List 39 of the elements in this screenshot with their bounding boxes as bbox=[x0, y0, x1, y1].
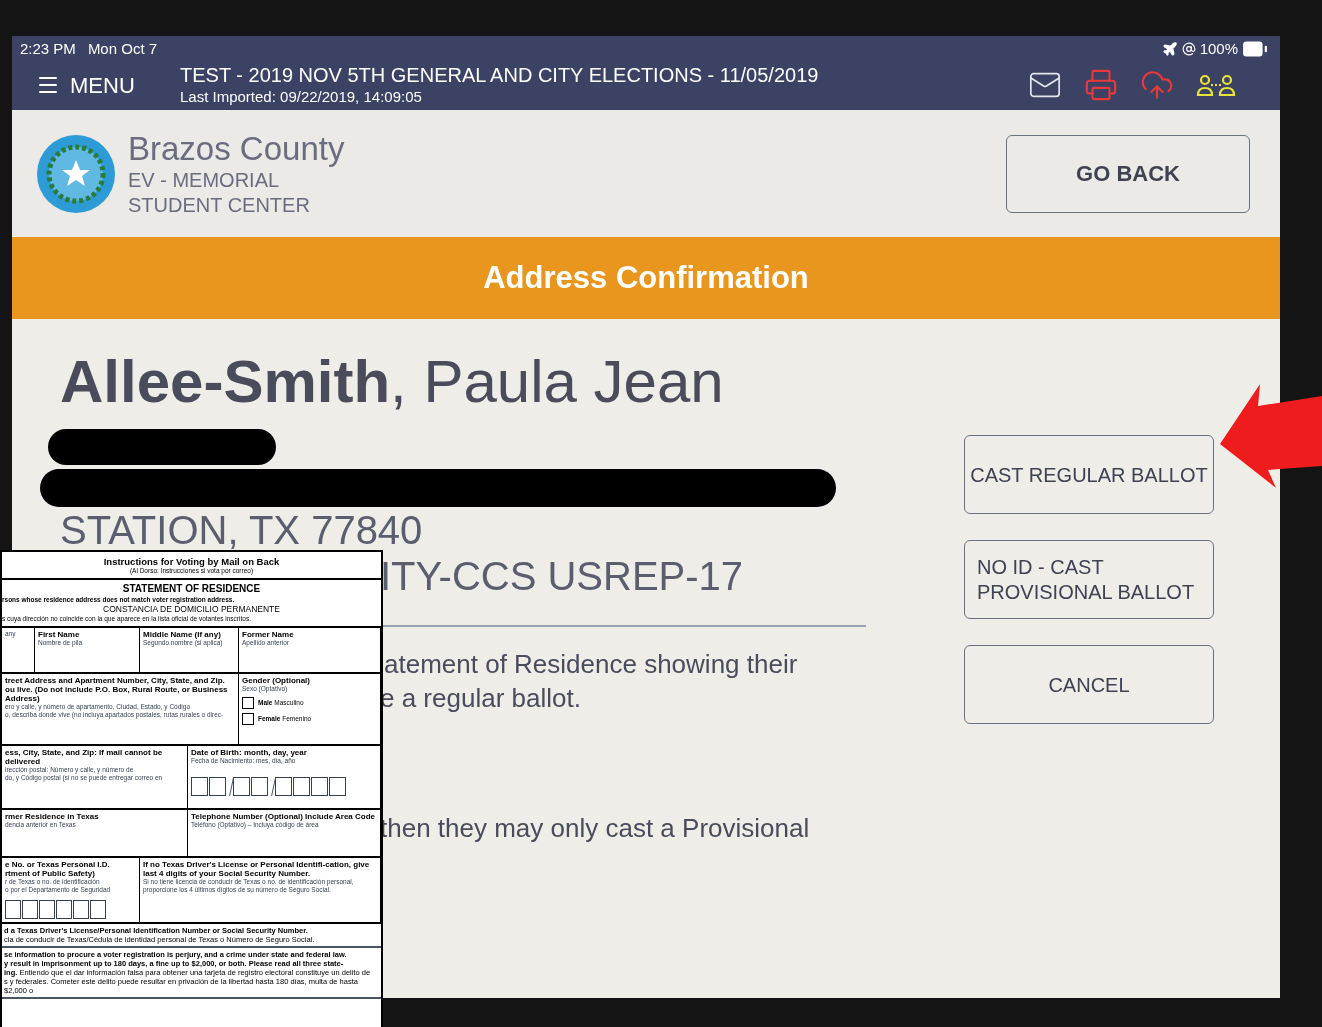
banner-title: Address Confirmation bbox=[483, 258, 809, 297]
form-label: Date of Birth: month, day, year bbox=[191, 748, 308, 757]
linked-people-icon[interactable] bbox=[1196, 73, 1236, 97]
checkbox[interactable] bbox=[242, 713, 254, 725]
action-button[interactable]: NO ID - CAST PROVISIONAL BALLOT bbox=[964, 540, 1214, 619]
form-label: ess, City, State, and Zip: If mail cannot be delivered bbox=[5, 748, 164, 766]
state-seal-icon bbox=[36, 133, 116, 214]
form-label: Gender (Optional) bbox=[242, 676, 311, 685]
form-label: ou live. (Do not include P.O. Box, Rural Route, or Business Address) bbox=[5, 685, 229, 703]
checkbox[interactable] bbox=[242, 697, 254, 709]
form-label: rmer Residence in Texas bbox=[5, 812, 100, 821]
form-label: Former Name bbox=[242, 630, 295, 639]
form-label: rtment of Public Safety) bbox=[5, 869, 96, 878]
voter-name: Allee-Smith, Paula Jean bbox=[60, 347, 725, 417]
form-label: e No. or Texas Personal I.D. bbox=[5, 860, 111, 869]
airplane-icon bbox=[1161, 41, 1178, 57]
form-label: Telephone Number (Optional) Include Area Code bbox=[191, 812, 376, 821]
form-title: CONSTANCIA DE DOMICILIO PERMANENTE bbox=[103, 604, 280, 615]
form-label: treet Address and Apartment Number, City, State, and Zip. bbox=[5, 676, 226, 685]
form-heading: Instructions for Voting by Mail on Back bbox=[103, 556, 280, 567]
voter-address: ITY-CCS USREP-17 bbox=[380, 553, 744, 599]
form-title: STATEMENT OF RESIDENCE bbox=[122, 583, 261, 595]
polling-location: STUDENT CENTER bbox=[128, 192, 311, 218]
import-date: Last Imported: 09/22/2019, 14:09:05 bbox=[180, 88, 423, 107]
form-label: Middle Name (If any) bbox=[143, 630, 222, 639]
voter-address: STATION, TX 77840 bbox=[60, 507, 423, 553]
go-back-button[interactable]: GO BACK bbox=[1006, 134, 1250, 213]
battery-level: 100% bbox=[1199, 38, 1238, 59]
election-title: TEST - 2019 NOV 5TH GENERAL AND CITY ELECTIONS - 11/05/2019 bbox=[180, 63, 819, 89]
action-button[interactable]: CAST REGULAR BALLOT bbox=[964, 435, 1214, 514]
action-button[interactable]: CANCEL bbox=[964, 645, 1214, 724]
instruction-text: atement of Residence showing their bbox=[384, 648, 798, 681]
form-label: If no Texas Driver's License or Personal Identifi-cation, give last 4 digits of your Social Security Number. bbox=[143, 860, 371, 878]
county-name: Brazos County bbox=[128, 129, 345, 168]
form-label: First Name bbox=[38, 630, 81, 639]
status-date: Mon Oct 7 bbox=[87, 38, 158, 59]
polling-location: EV - MEMORIAL bbox=[128, 167, 281, 193]
status-time: 2:23 PM bbox=[20, 38, 76, 59]
menu-button[interactable]: MENU bbox=[20, 68, 180, 102]
